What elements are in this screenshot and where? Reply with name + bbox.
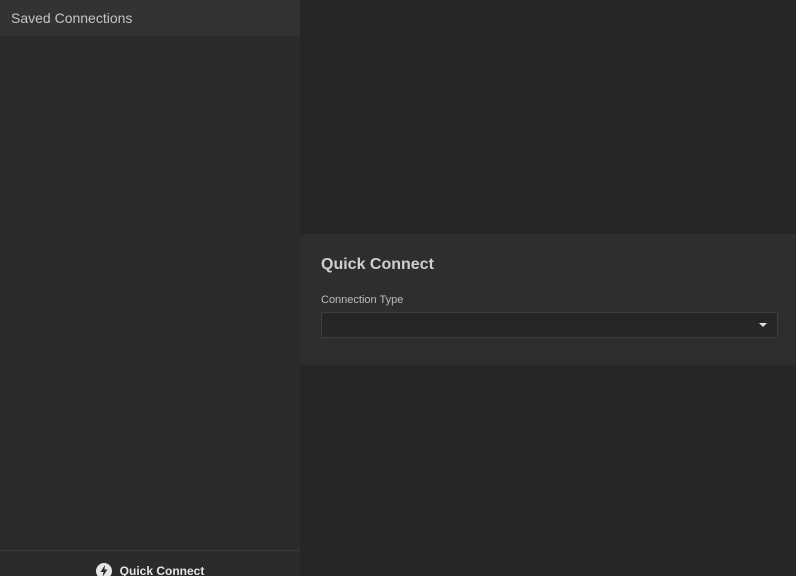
connection-type-select[interactable] — [321, 312, 778, 338]
quick-connect-button[interactable]: Quick Connect — [0, 551, 300, 576]
lightning-bolt-icon — [95, 563, 112, 576]
quick-connect-title: Quick Connect — [321, 256, 434, 273]
quick-connect-button-label: Quick Connect — [119, 564, 205, 576]
chevron-down-icon — [759, 323, 767, 327]
saved-connections-list — [0, 36, 300, 550]
app-window: Saved Connections Quick Connect Quick Co… — [0, 0, 796, 576]
sidebar-header: Saved Connections — [0, 0, 300, 36]
sidebar-footer: Quick Connect — [0, 550, 300, 576]
quick-connect-card: Quick Connect Connection Type — [300, 234, 796, 365]
main-panel: Quick Connect Connection Type — [300, 0, 796, 576]
connection-type-label: Connection Type — [321, 294, 404, 306]
sidebar: Saved Connections Quick Connect — [0, 0, 300, 576]
saved-connections-title: Saved Connections — [11, 10, 133, 26]
